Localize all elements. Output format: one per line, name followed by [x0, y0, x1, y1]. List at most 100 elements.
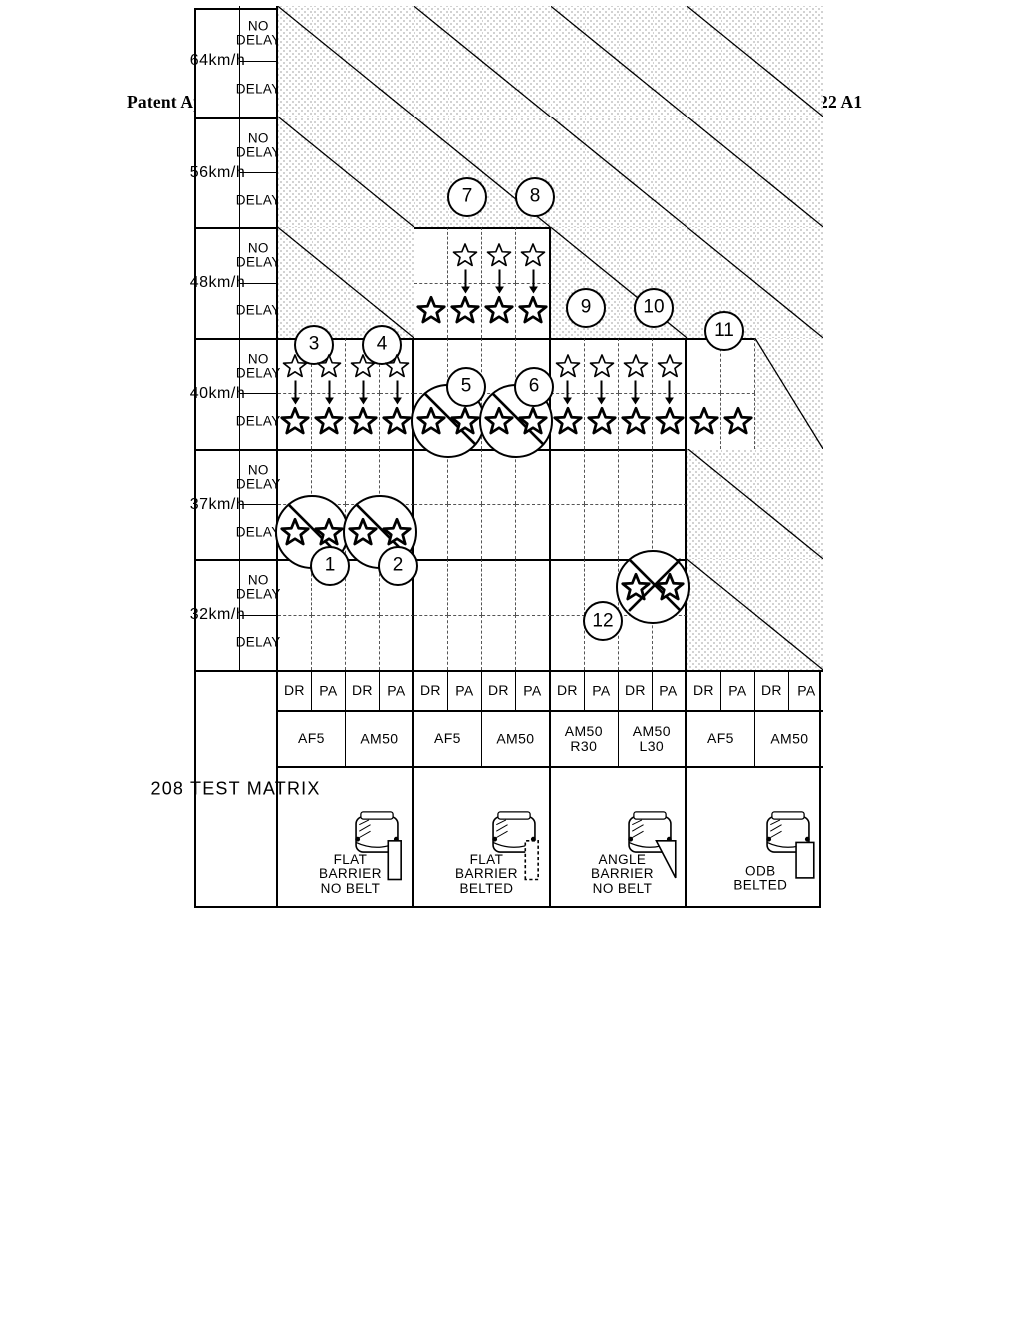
shaded-region-c5-r5	[448, 6, 483, 117]
shaded-region-c4-r15	[788, 116, 823, 228]
occupant-dr-1-0: DR	[414, 670, 449, 710]
grid-cell-r4-c7	[414, 227, 449, 283]
star-glyph	[416, 295, 446, 325]
star-rating-icon-faded	[346, 338, 380, 393]
grid-cell-r8-c2	[550, 504, 585, 560]
shaded-region-c5-r7	[516, 6, 551, 117]
occupant-pa-3-0: PA	[720, 670, 755, 710]
row-group-2: ANGLE BARRIER NO BELT	[550, 766, 687, 906]
row-group-0: FLAT BARRIER NO BELT	[278, 766, 415, 906]
dummy-label-1-1: AM50	[482, 710, 551, 766]
shaded-region-c4-r6	[482, 116, 517, 228]
star-rating-icon-faded	[380, 338, 414, 393]
star-glyph	[520, 242, 546, 268]
star-rating-icon	[516, 283, 550, 338]
shaded-region-c5-r3	[380, 6, 415, 117]
star-rating-icon	[619, 559, 653, 614]
star-glyph	[723, 406, 753, 436]
callout-8[interactable]: 8	[515, 176, 556, 217]
shaded-region-c0-r14	[754, 559, 789, 670]
shaded-region-c5-r2	[346, 6, 381, 117]
star-glyph	[350, 353, 376, 379]
grid-cell-r8-c1	[550, 559, 585, 615]
shaded-region-c0-r12	[686, 559, 721, 670]
subheader-delay-32km-h: DELAY	[236, 614, 280, 670]
star-rating-icon	[516, 227, 550, 282]
grid-cell-r7-c2	[516, 504, 551, 560]
callout-number: 11	[714, 320, 735, 342]
star-rating-icon	[653, 338, 687, 393]
star-rating-icon	[516, 393, 550, 448]
star-rating-icon	[414, 283, 448, 338]
star-glyph	[416, 406, 446, 436]
subheader-no-delay-56km-h: NO DELAY	[236, 116, 280, 172]
shaded-region-c5-r15	[788, 6, 823, 117]
star-rating-icon	[312, 504, 346, 559]
subheader-no-delay-40km-h: NO DELAY	[236, 338, 280, 394]
callout-7[interactable]: 7	[447, 176, 488, 217]
callout-number: 7	[461, 185, 473, 207]
speed-header-32km-h: 32km/h	[190, 559, 245, 670]
shaded-region-c5-r11	[652, 6, 687, 117]
grid-cell-r2-c0	[346, 614, 381, 670]
occupant-pa-1-0: PA	[448, 670, 483, 710]
star-rating-icon	[278, 393, 312, 448]
grid-cell-r0-c0	[278, 614, 313, 670]
callout-number: 10	[643, 296, 665, 318]
grid-cell-r7-c0	[516, 614, 551, 670]
shaded-region-c5-r0	[278, 6, 313, 117]
star-rating-icon	[278, 504, 312, 559]
star-glyph	[314, 406, 344, 436]
shaded-region-c5-r1	[312, 6, 347, 117]
subheader-delay-40km-h: DELAY	[236, 393, 280, 449]
speed-header-37km-h: 37km/h	[190, 448, 245, 560]
shaded-region-c1-r13	[720, 448, 755, 560]
dummy-label-2-1: AM50 L30	[618, 710, 687, 766]
callout-10[interactable]: 10	[634, 287, 675, 328]
shaded-region-c4-r13	[720, 116, 755, 228]
star-glyph	[518, 406, 549, 436]
star-glyph	[382, 517, 412, 547]
shaded-region-c4-r12	[686, 116, 721, 228]
test-matrix-table: 208 TEST MATRIX 32km/h DELAY NO DELAY 37km/h…	[151, 6, 823, 908]
subheader-no-delay-64km-h: NO DELAY	[236, 6, 280, 62]
rotated-drawing: 208 TEST MATRIX 32km/h DELAY NO DELAY 37km/h…	[151, 6, 823, 908]
star-glyph	[316, 353, 342, 379]
star-glyph	[657, 353, 683, 379]
shaded-region-c4-r10	[618, 116, 653, 228]
grid-cell-r11-c3	[652, 448, 687, 504]
star-rating-icon	[653, 559, 687, 614]
grid-cell-r7-c1	[516, 559, 551, 615]
callout-9[interactable]: 9	[566, 287, 607, 328]
star-glyph	[586, 406, 617, 436]
star-glyph	[348, 406, 378, 436]
star-glyph	[589, 353, 615, 379]
dummy-label-0-1: AM50	[346, 710, 415, 766]
grid-cell-r6-c2	[482, 504, 517, 560]
star-rating-icon	[448, 227, 482, 282]
grid-cell-r4-c0	[414, 614, 449, 670]
occupant-pa-0-0: PA	[312, 670, 347, 710]
subheader-delay-37km-h: DELAY	[236, 504, 280, 560]
shaded-region-c4-r0	[278, 116, 313, 228]
grid-cell-r5-c2	[448, 504, 483, 560]
grid-cell-r10-c3	[618, 448, 653, 504]
speed-header-56km-h: 56km/h	[190, 116, 245, 228]
subheader-no-delay-48km-h: NO DELAY	[236, 227, 280, 283]
occupant-dr-0-1: DR	[346, 670, 381, 710]
grid-cell-r9-c2	[584, 504, 619, 560]
speed-header-48km-h: 48km/h	[190, 227, 245, 338]
occupant-pa-2-1: PA	[652, 670, 687, 710]
shaded-region-c4-r14	[754, 116, 789, 228]
subheader-delay-64km-h: DELAY	[236, 61, 280, 117]
shaded-region-c1-r15	[788, 448, 823, 560]
grid-cell-r3-c0	[380, 614, 415, 670]
shaded-region-c3-r2	[346, 227, 381, 338]
star-glyph	[689, 406, 719, 436]
occupant-dr-0-0: DR	[278, 670, 313, 710]
car-flat-barrier-icon	[348, 770, 406, 902]
star-glyph	[484, 295, 515, 325]
star-rating-icon	[346, 393, 380, 448]
car-flat-barrier-belted-icon	[485, 770, 543, 902]
grid-cell-r5-c0	[448, 614, 483, 670]
